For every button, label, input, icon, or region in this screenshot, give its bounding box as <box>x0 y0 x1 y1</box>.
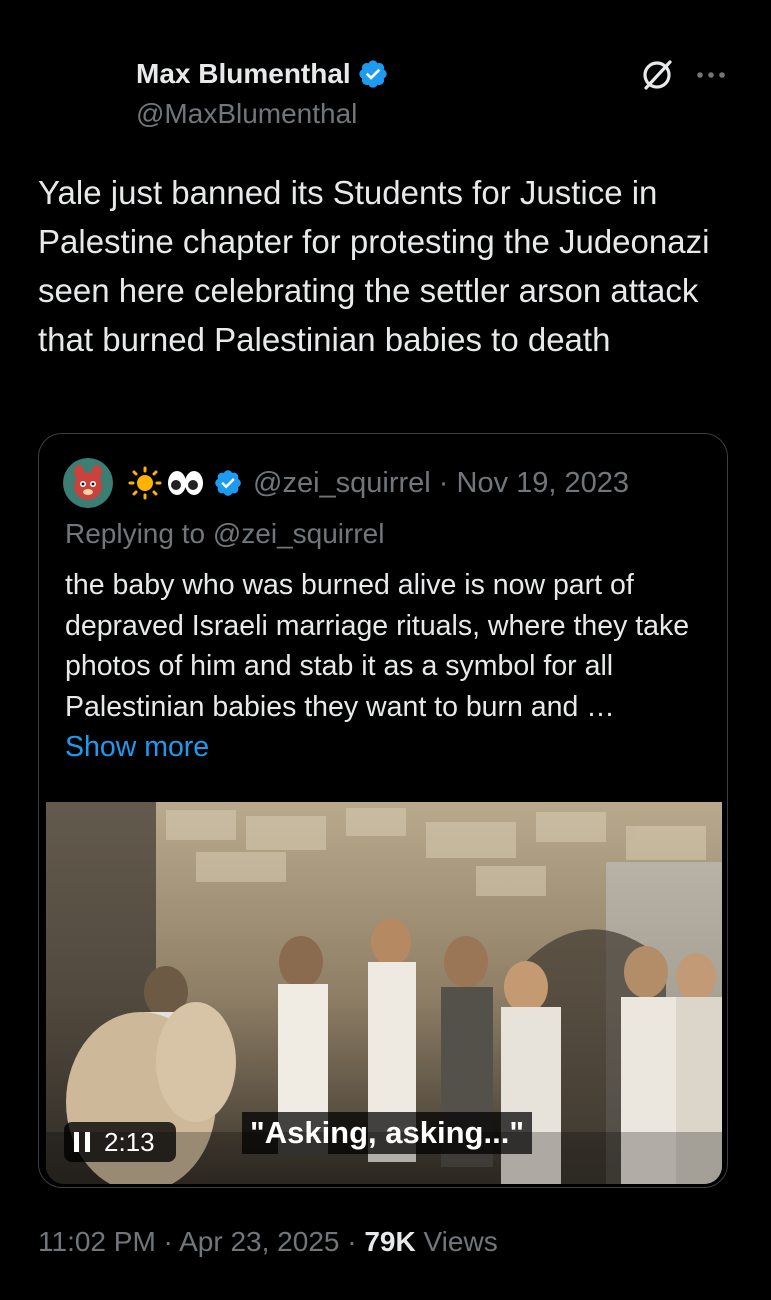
avatar-squirrel-icon <box>63 458 113 508</box>
avatar[interactable] <box>63 458 113 508</box>
replying-to[interactable]: Replying to @zei_squirrel <box>65 518 384 550</box>
tweet-footer: 11:02 PM · Apr 23, 2025 · 79K Views <box>38 1226 498 1258</box>
player-controls[interactable]: 2:13 <box>64 1122 176 1162</box>
views-count: 79K <box>364 1226 416 1257</box>
video-duration: 2:13 <box>104 1126 155 1157</box>
sun-icon <box>128 466 162 500</box>
pause-icon[interactable] <box>74 1132 90 1152</box>
show-more-link[interactable]: Show more <box>65 727 209 767</box>
quoted-name-emoji[interactable] <box>125 466 205 500</box>
tweet-date[interactable]: Apr 23, 2025 <box>179 1226 339 1257</box>
more-icon[interactable] <box>694 62 728 88</box>
footer-separator: · <box>339 1226 365 1257</box>
verified-badge-icon <box>215 470 241 496</box>
quoted-tweet-header: @zei_squirrel · Nov 19, 2023 <box>63 458 713 508</box>
meta-separator: · <box>430 466 457 499</box>
tweet-text: Yale just banned its Students for Justic… <box>38 174 710 358</box>
quoted-date[interactable]: Nov 19, 2023 <box>457 467 630 499</box>
quoted-handle[interactable]: @zei_squirrel <box>253 467 431 499</box>
eyes-icon <box>168 471 203 495</box>
footer-separator: · <box>155 1226 180 1257</box>
tweet-page: Max Blumenthal @MaxBlumenthal Yale just … <box>0 0 771 1300</box>
video-player[interactable]: "Asking, asking..." 2:13 <box>46 802 722 1184</box>
grok-icon[interactable] <box>640 58 674 92</box>
quoted-meta: @zei_squirrel · Nov 19, 2023 <box>253 467 629 500</box>
author-display-name[interactable]: Max Blumenthal <box>136 58 351 90</box>
quoted-tweet-text: the baby who was burned alive is now par… <box>65 569 690 723</box>
video-caption: "Asking, asking..." <box>242 1112 533 1154</box>
author-handle[interactable]: @MaxBlumenthal <box>136 98 736 130</box>
views-label: Views <box>415 1226 498 1257</box>
quoted-tweet[interactable]: @zei_squirrel · Nov 19, 2023 Replying to… <box>38 433 728 1188</box>
tweet-time[interactable]: 11:02 PM <box>38 1226 156 1257</box>
verified-badge-icon <box>359 60 387 88</box>
